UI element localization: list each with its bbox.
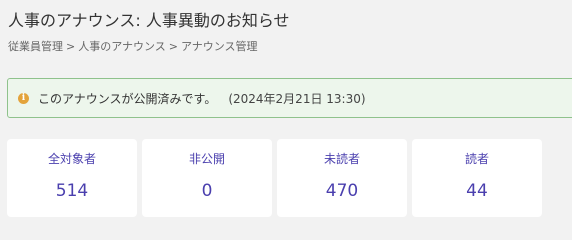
stat-card-unread[interactable]: 未読者 470 xyxy=(277,139,407,217)
stat-value: 44 xyxy=(466,181,488,201)
stat-value: 470 xyxy=(325,181,359,201)
stat-card-readers[interactable]: 読者 44 xyxy=(412,139,542,217)
breadcrumb-hr-announcements[interactable]: 人事のアナウンス xyxy=(78,40,166,53)
breadcrumb-separator: > xyxy=(168,40,178,53)
stat-label: 読者 xyxy=(464,152,489,166)
stat-label: 全対象者 xyxy=(47,152,96,166)
page-title: 人事のアナウンス: 人事異動のお知らせ xyxy=(8,11,290,30)
published-notice: i このアナウンスが公開済みです。 (2024年2月21日 13:30) xyxy=(7,78,572,118)
stat-card-all-targets[interactable]: 全対象者 514 xyxy=(7,139,137,217)
notice-date: (2024年2月21日 13:30) xyxy=(228,91,366,106)
breadcrumb: 従業員管理 > 人事のアナウンス > アナウンス管理 xyxy=(8,39,258,55)
breadcrumb-employee-management[interactable]: 従業員管理 xyxy=(8,40,63,53)
stat-label: 未読者 xyxy=(323,152,360,166)
notice-message: このアナウンスが公開済みです。 xyxy=(38,91,217,106)
breadcrumb-announcement-management: アナウンス管理 xyxy=(181,40,258,53)
stat-label: 非公開 xyxy=(188,152,225,166)
stat-card-unpublished[interactable]: 非公開 0 xyxy=(142,139,272,217)
breadcrumb-separator: > xyxy=(66,40,76,53)
stat-value: 514 xyxy=(55,181,89,201)
stat-value: 0 xyxy=(201,181,213,201)
info-icon: i xyxy=(18,92,29,104)
